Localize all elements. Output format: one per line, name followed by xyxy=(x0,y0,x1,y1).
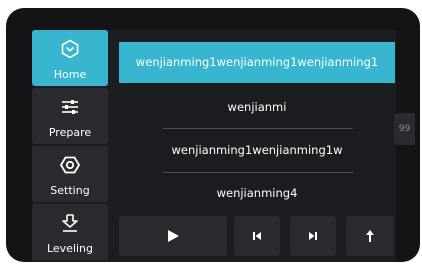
touch-screen: Home Prepare Setting Leveling wenjianmin… xyxy=(32,30,396,262)
next-button[interactable] xyxy=(290,216,336,256)
home-hexagon-icon xyxy=(61,39,79,59)
sidebar-item-setting[interactable]: Setting xyxy=(32,146,108,202)
sidebar-item-leveling[interactable]: Leveling xyxy=(32,204,108,260)
printer-display-bezel: Home Prepare Setting Leveling wenjianmin… xyxy=(6,8,420,262)
sidebar-item-label: Setting xyxy=(50,184,90,197)
play-button[interactable] xyxy=(119,216,227,256)
sidebar-item-home[interactable]: Home xyxy=(32,30,108,86)
upload-icon xyxy=(366,230,374,242)
sidebar-item-label: Leveling xyxy=(46,242,94,255)
upload-button[interactable] xyxy=(346,216,394,256)
settings-hex-icon xyxy=(60,156,80,174)
sidebar-item-prepare[interactable]: Prepare xyxy=(32,88,108,144)
sidebar-item-label: Home xyxy=(53,68,87,81)
file-list-item[interactable]: wenjianmi xyxy=(119,87,395,128)
list-divider xyxy=(163,128,353,129)
play-icon xyxy=(168,230,179,242)
previous-icon xyxy=(253,232,261,240)
leveling-icon xyxy=(62,214,78,232)
sliders-icon xyxy=(62,100,78,114)
scroll-indicator[interactable]: 99 xyxy=(394,113,415,145)
previous-button[interactable] xyxy=(234,216,280,256)
next-icon xyxy=(309,232,317,240)
sidebar-item-label: Prepare xyxy=(48,126,92,139)
file-list-item[interactable]: wenjianming4 xyxy=(119,173,395,214)
file-list-item[interactable]: wenjianming1wenjianming1w xyxy=(119,130,395,171)
file-list-item[interactable]: wenjianming1wenjianming1wenjianming1 xyxy=(119,42,395,83)
